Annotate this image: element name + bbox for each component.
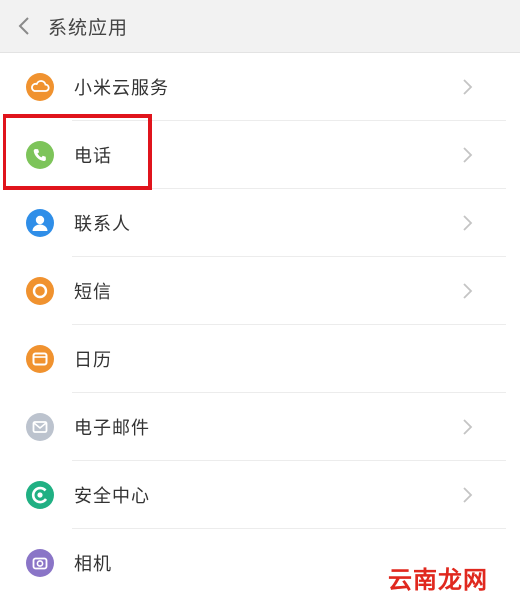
list-item-label: 短信 [74,282,112,303]
cloud-icon [26,73,54,101]
camera-icon [26,549,54,577]
list-item-mi-cloud[interactable]: 小米云服务 [0,53,520,121]
chevron-right-icon [463,283,473,299]
chevron-right-icon [463,215,473,231]
list-item-calendar[interactable]: 日历 [0,325,520,393]
chevron-right-icon [463,487,473,503]
list-item-label: 相机 [74,554,112,575]
watermark: 云南龙网 [388,566,488,594]
list-item-email[interactable]: 电子邮件 [0,393,520,461]
system-apps-list: 小米云服务 电话 联系人 短信 日历 电子邮件 安全中心 相机 [0,53,520,598]
calendar-icon [26,345,54,373]
list-item-label: 安全中心 [74,486,150,507]
list-item-security-center[interactable]: 安全中心 [0,461,520,529]
list-item-label: 日历 [74,350,112,371]
list-item-label: 联系人 [74,214,131,235]
chevron-right-icon [463,147,473,163]
mail-icon [26,413,54,441]
list-item-label: 电话 [74,146,112,167]
phone-icon [26,141,54,169]
chevron-right-icon [463,79,473,95]
contact-icon [26,209,54,237]
list-item-contacts[interactable]: 联系人 [0,189,520,257]
chevron-right-icon [463,419,473,435]
list-item-phone[interactable]: 电话 [0,121,520,189]
top-bar: 系统应用 [0,0,520,53]
security-icon [26,481,54,509]
message-icon [26,277,54,305]
page-title: 系统应用 [48,17,129,39]
list-item-label: 小米云服务 [74,78,169,99]
back-arrow-icon[interactable] [14,12,34,40]
list-item-messages[interactable]: 短信 [0,257,520,325]
list-item-label: 电子邮件 [74,418,150,439]
